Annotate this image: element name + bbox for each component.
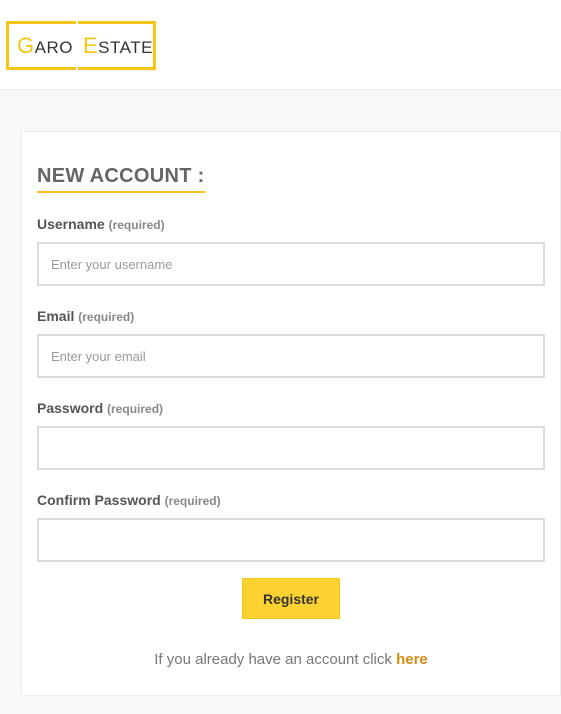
- login-prompt-text: If you already have an account click: [154, 651, 397, 668]
- username-label-text: Username: [37, 216, 105, 232]
- login-here-link[interactable]: here: [396, 651, 428, 668]
- username-label: Username (required): [37, 216, 165, 232]
- email-required-note: (required): [78, 310, 135, 324]
- username-input[interactable]: [37, 242, 545, 286]
- password-label: Password (required): [37, 400, 163, 416]
- logo-word-aro: ARO: [34, 38, 73, 57]
- password-required-note: (required): [107, 402, 164, 416]
- confirm-password-label-text: Confirm Password: [37, 492, 161, 508]
- confirm-password-label: Confirm Password (required): [37, 492, 221, 508]
- registration-panel: NEW ACCOUNT : Username (required) Email …: [21, 131, 561, 696]
- email-input[interactable]: [37, 334, 545, 378]
- password-input[interactable]: [37, 426, 545, 470]
- site-header: GARO ESTATE: [0, 0, 561, 90]
- logo-initial-g: G: [17, 33, 35, 58]
- confirm-password-input[interactable]: [37, 518, 545, 562]
- password-label-text: Password: [37, 400, 104, 416]
- login-prompt: If you already have an account click her…: [22, 651, 560, 668]
- logo-text: GARO ESTATE: [17, 33, 153, 59]
- form-title: NEW ACCOUNT :: [37, 165, 205, 193]
- register-button[interactable]: Register: [242, 578, 340, 619]
- email-label: Email (required): [37, 308, 134, 324]
- username-required-note: (required): [108, 218, 165, 232]
- logo-word-state: STATE: [98, 38, 153, 57]
- logo-initial-e: E: [82, 33, 99, 58]
- confirm-password-required-note: (required): [164, 494, 221, 508]
- garo-estate-logo[interactable]: GARO ESTATE: [6, 21, 156, 70]
- email-label-text: Email: [37, 308, 75, 324]
